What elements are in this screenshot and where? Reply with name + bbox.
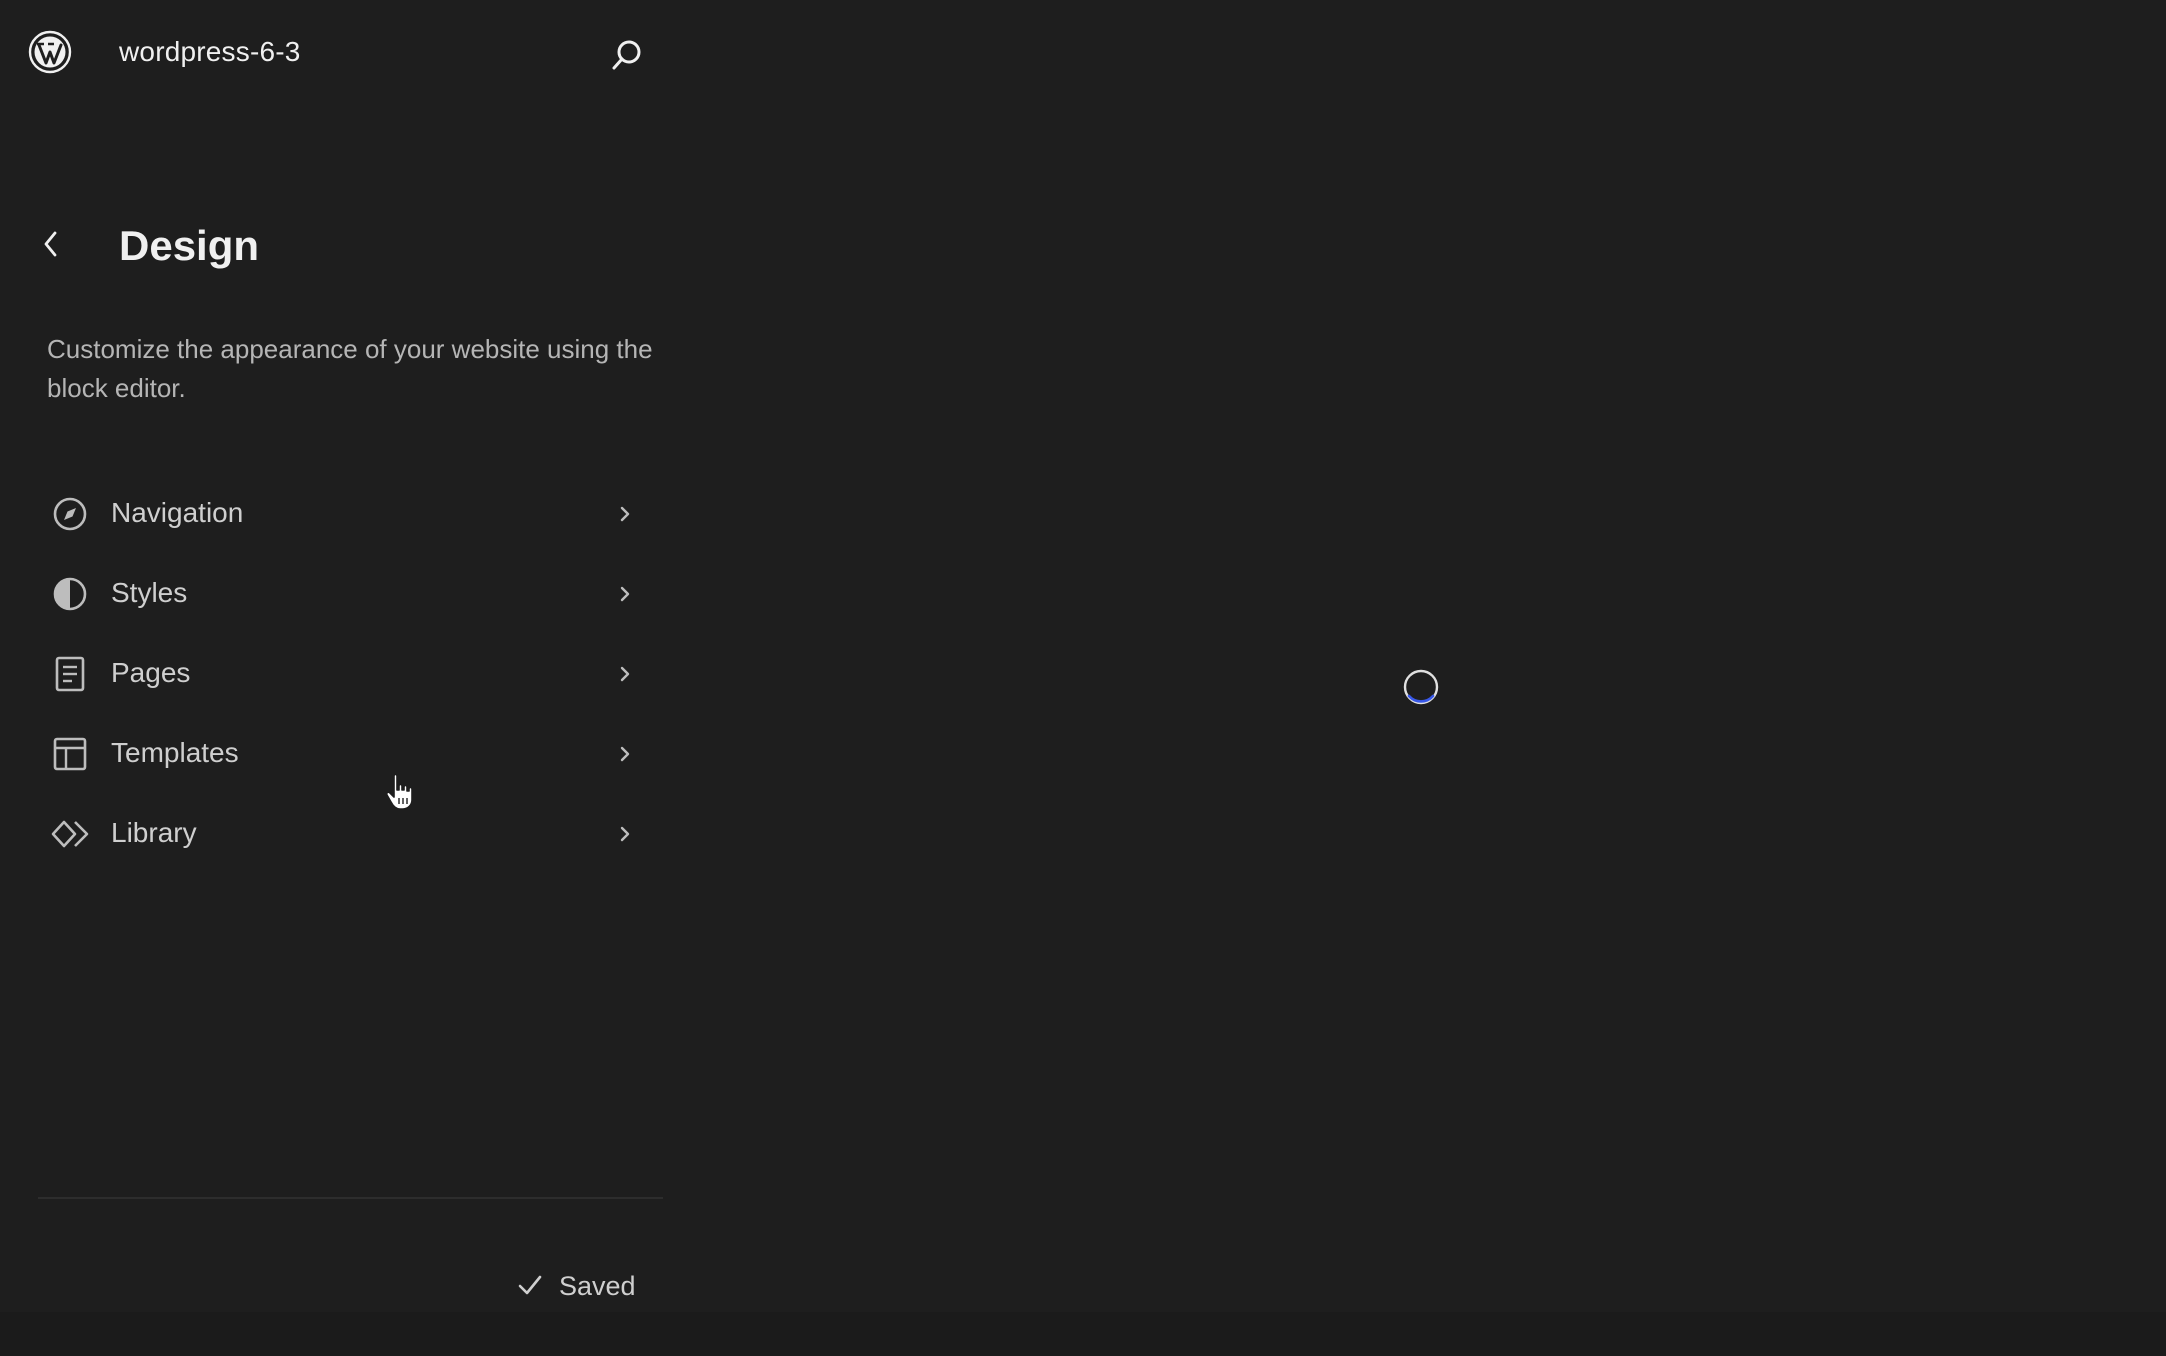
chevron-left-icon[interactable] bbox=[36, 226, 66, 262]
menu-item-label: Styles bbox=[111, 577, 188, 608]
menu-item-templates[interactable]: Templates bbox=[36, 713, 656, 793]
design-menu: Navigation Styles Pages Templates Librar… bbox=[36, 473, 656, 873]
symbol-icon bbox=[50, 814, 90, 854]
page-description: Customize the appearance of your website… bbox=[47, 334, 653, 403]
site-editor: wordpress-6-3 Design Customize the appea… bbox=[0, 0, 2166, 1356]
site-hub: wordpress-6-3 bbox=[0, 0, 690, 110]
chevron-right-icon bbox=[614, 581, 636, 607]
chevron-right-icon bbox=[614, 501, 636, 527]
spinner-icon bbox=[1402, 668, 1440, 706]
sidebar: wordpress-6-3 Design Customize the appea… bbox=[0, 0, 690, 1312]
navigation-compass-icon bbox=[50, 494, 90, 534]
menu-item-library[interactable]: Library bbox=[36, 793, 656, 873]
menu-item-pages[interactable]: Pages bbox=[36, 633, 656, 713]
page-title: Design bbox=[119, 222, 260, 269]
bottom-edge bbox=[0, 1312, 2166, 1356]
page-icon bbox=[50, 654, 90, 694]
navigator-header: Design bbox=[0, 210, 690, 280]
check-icon bbox=[515, 1271, 545, 1301]
menu-item-label: Pages bbox=[111, 657, 191, 688]
site-title[interactable]: wordpress-6-3 bbox=[119, 36, 301, 68]
layout-icon bbox=[50, 734, 90, 774]
editor-canvas bbox=[690, 0, 2166, 1312]
chevron-right-icon bbox=[614, 741, 636, 767]
footer-divider bbox=[38, 1197, 663, 1199]
chevron-right-icon bbox=[614, 661, 636, 687]
styles-half-circle-icon bbox=[50, 574, 90, 614]
menu-item-styles[interactable]: Styles bbox=[36, 553, 656, 633]
menu-item-navigation[interactable]: Navigation bbox=[36, 473, 656, 553]
menu-item-label: Templates bbox=[111, 737, 239, 768]
search-icon[interactable] bbox=[608, 36, 646, 74]
menu-item-label: Library bbox=[111, 817, 197, 848]
save-status[interactable]: Saved bbox=[515, 1268, 636, 1304]
menu-item-label: Navigation bbox=[111, 497, 244, 528]
save-status-label: Saved bbox=[559, 1270, 636, 1301]
chevron-right-icon bbox=[614, 821, 636, 847]
wordpress-logo-icon[interactable] bbox=[28, 30, 72, 74]
